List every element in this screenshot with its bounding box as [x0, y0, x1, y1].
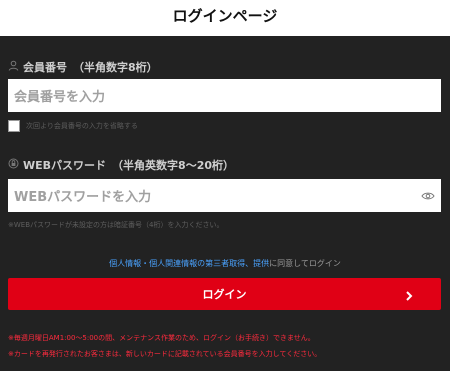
page-title: ログインページ	[172, 7, 278, 25]
remember-member-label[interactable]: 次回より会員番号の入力を省略する	[26, 121, 138, 131]
privacy-consent: 個人情報・個人関連情報の第三者取得、提供に同意してログイン	[0, 258, 450, 269]
password-placeholder: WEBパスワードを入力	[14, 190, 152, 205]
user-icon	[8, 60, 19, 74]
remember-member-checkbox[interactable]	[8, 120, 20, 132]
member-number-hint: （半角数字8桁）	[73, 61, 158, 74]
member-number-placeholder: 会員番号を入力	[14, 90, 106, 105]
maintenance-note: ※毎週月曜日AM1:00～5:00の間、メンテナンス作業のため、ログイン（お手続…	[8, 334, 315, 342]
password-label-row: WEBパスワード （半角英数字8～20桁）	[8, 157, 234, 173]
eye-icon[interactable]	[421, 188, 435, 202]
member-number-label: 会員番号	[23, 61, 67, 74]
reissue-note: ※カードを再発行されたお客さまは、新しいカードに記載されている会員番号を入力して…	[8, 350, 322, 358]
password-label: WEBパスワード	[23, 159, 107, 172]
page-header: ログインページ	[0, 0, 450, 36]
privacy-link[interactable]: 個人情報・個人関連情報の第三者取得、提供	[109, 259, 269, 268]
password-input[interactable]: WEBパスワードを入力	[8, 179, 441, 212]
login-button[interactable]: ログイン	[8, 278, 441, 310]
login-button-label: ログイン	[202, 288, 247, 301]
chevron-right-icon	[404, 287, 414, 301]
privacy-consent-text: に同意してログイン	[269, 259, 341, 268]
lock-icon	[8, 158, 19, 172]
remember-member-row: 次回より会員番号の入力を省略する	[8, 120, 138, 132]
member-number-label-row: 会員番号 （半角数字8桁）	[8, 59, 158, 75]
login-page: ログインページ 会員番号 （半角数字8桁） 会員番号を入力 次回より会員番号の入…	[0, 0, 450, 371]
member-number-input[interactable]: 会員番号を入力	[8, 79, 441, 112]
password-hint: （半角英数字8～20桁）	[112, 159, 235, 172]
password-note: ※WEBパスワードが未設定の方は暗証番号（4桁）を入力ください。	[8, 221, 224, 229]
